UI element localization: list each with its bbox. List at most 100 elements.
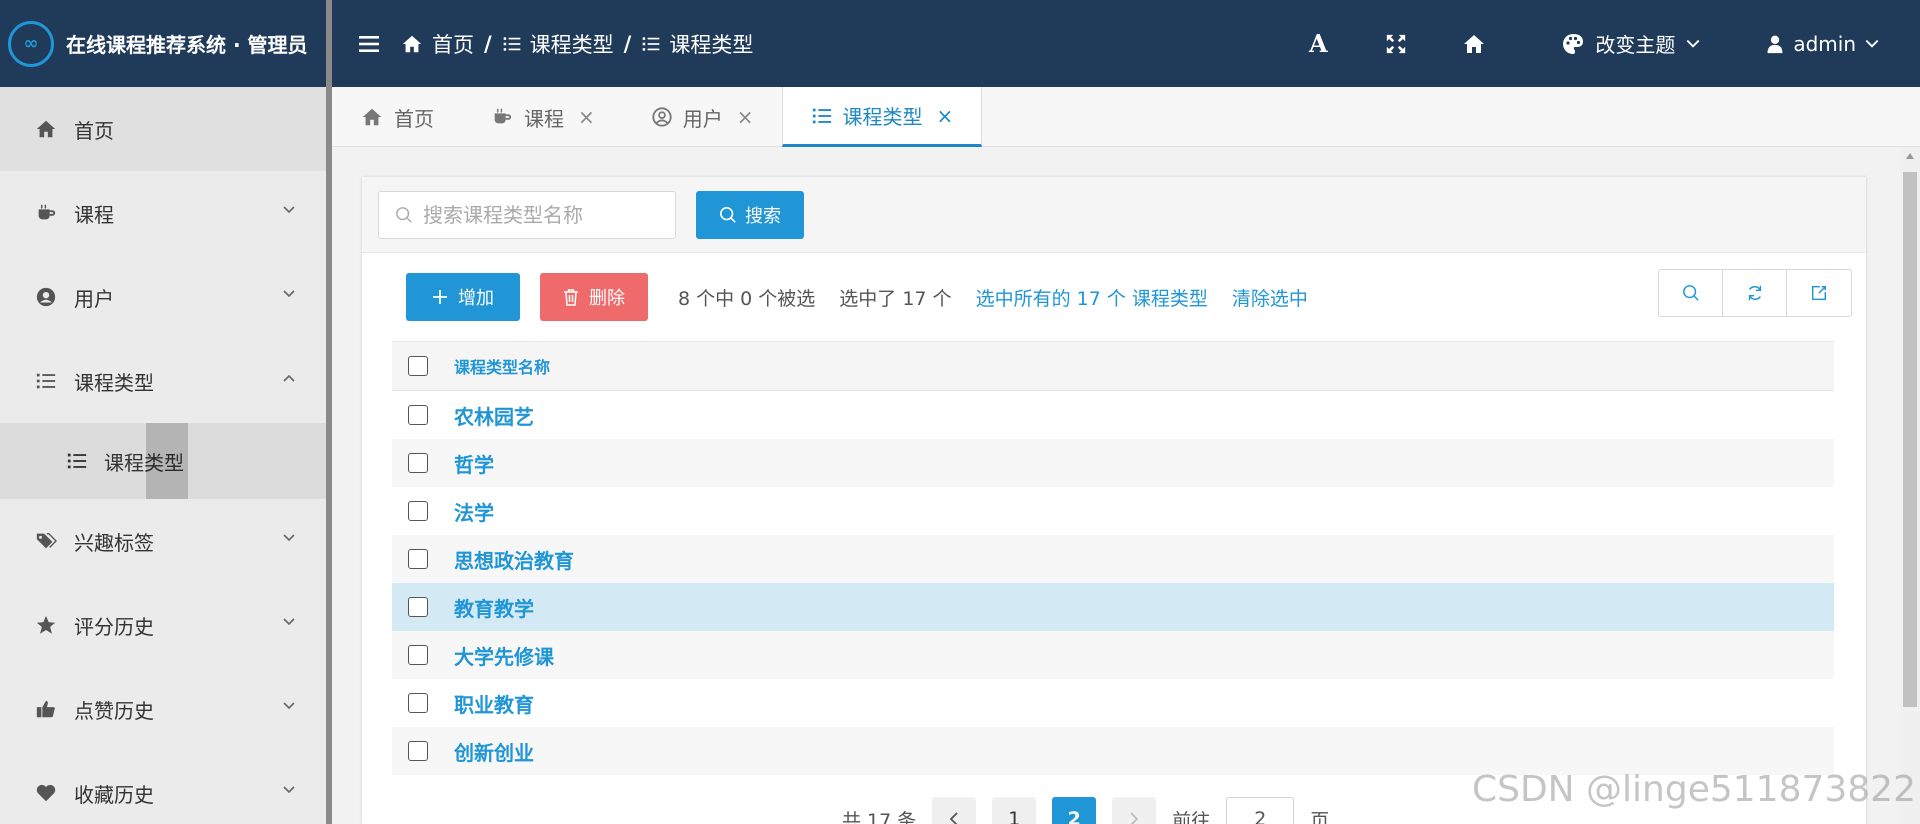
- row-checkbox[interactable]: [408, 741, 428, 761]
- sidebar-item-label: 首页: [74, 118, 114, 143]
- toggle-search-button[interactable]: [1659, 270, 1723, 316]
- course-type-name-link[interactable]: 创新创业: [454, 737, 534, 766]
- sidebar-item-interest-tags[interactable]: 兴趣标签: [0, 499, 326, 583]
- thumbs-up-icon: [34, 697, 58, 721]
- breadcrumb-separator: /: [623, 31, 632, 56]
- list-icon: [66, 450, 88, 472]
- course-type-name-link[interactable]: 大学先修课: [454, 641, 554, 670]
- table-row: 职业教育: [392, 679, 1834, 727]
- export-icon: [1811, 285, 1827, 301]
- refresh-button[interactable]: [1723, 270, 1787, 316]
- select-all-checkbox[interactable]: [408, 356, 428, 376]
- course-type-name-link[interactable]: 职业教育: [454, 689, 534, 718]
- hover-highlight: [146, 423, 188, 499]
- user-dropdown[interactable]: admin: [1765, 32, 1880, 56]
- course-type-name-link[interactable]: 教育教学: [454, 593, 534, 622]
- table-row: 创新创业: [392, 727, 1834, 775]
- sidebar-item-label: 评分历史: [74, 614, 154, 639]
- next-page-button[interactable]: [1112, 797, 1157, 824]
- course-type-name-link[interactable]: 法学: [454, 497, 494, 526]
- brand: ∞ 在线课程推荐系统 · 管理员: [0, 0, 326, 87]
- data-table: 课程类型名称 农林园艺 哲学 法学 思想政治教育 教育教学 大学先修课 职业教育…: [392, 341, 1834, 775]
- chevron-right-icon: [1130, 812, 1139, 824]
- home-icon: [1464, 34, 1485, 53]
- breadcrumb-item-course-type-parent[interactable]: 课程类型: [502, 29, 614, 59]
- sidebar-item-like-history[interactable]: 点赞历史: [0, 667, 326, 751]
- heart-icon: [34, 781, 58, 805]
- sidebar-item-course[interactable]: 课程: [0, 171, 326, 255]
- course-type-name-link[interactable]: 农林园艺: [454, 401, 534, 430]
- export-button[interactable]: [1787, 270, 1851, 316]
- breadcrumb-separator: /: [484, 31, 492, 56]
- sidebar-subitem-course-type[interactable]: 课程类型: [0, 423, 326, 499]
- fullscreen-button[interactable]: [1357, 0, 1435, 87]
- scroll-up-arrow[interactable]: [1906, 153, 1914, 159]
- prev-page-button[interactable]: [932, 797, 977, 824]
- page-button-2[interactable]: 2: [1052, 797, 1097, 824]
- fullscreen-icon: [1387, 34, 1406, 53]
- tab-course-type[interactable]: 课程类型 ×: [781, 87, 983, 147]
- search-icon: [1682, 285, 1699, 301]
- main-scrollbar[interactable]: [1900, 147, 1920, 824]
- delete-button-label: 删除: [589, 288, 625, 309]
- column-header-name[interactable]: 课程类型名称: [454, 354, 550, 378]
- scrollbar-thumb[interactable]: [1903, 172, 1917, 707]
- goto-page-input[interactable]: 2: [1226, 797, 1295, 824]
- add-button[interactable]: 增加: [406, 273, 520, 321]
- select-all-link[interactable]: 选中所有的 17 个 课程类型: [976, 284, 1208, 311]
- row-checkbox[interactable]: [408, 453, 428, 473]
- delete-button[interactable]: 删除: [540, 273, 648, 321]
- chevron-down-icon: [283, 618, 295, 626]
- sidebar-item-favorite-history[interactable]: 收藏历史: [0, 751, 326, 824]
- menu-toggle-button[interactable]: [340, 0, 400, 87]
- clear-selection-link[interactable]: 清除选中: [1232, 284, 1308, 311]
- theme-dropdown[interactable]: 改变主题: [1561, 29, 1701, 58]
- user-name: admin: [1793, 31, 1856, 56]
- chevron-down-icon: [1865, 39, 1879, 48]
- chevron-down-icon: [283, 290, 295, 298]
- sidebar-item-label: 点赞历史: [74, 698, 154, 723]
- row-checkbox[interactable]: [408, 645, 428, 665]
- search-field[interactable]: [378, 190, 676, 239]
- home-button[interactable]: [1435, 0, 1513, 87]
- font-size-button[interactable]: A: [1279, 0, 1357, 87]
- tab-label: 用户: [682, 106, 723, 131]
- course-type-name-link[interactable]: 思想政治教育: [454, 545, 574, 574]
- close-icon[interactable]: ×: [737, 105, 754, 129]
- sidebar-item-label: 兴趣标签: [74, 530, 154, 555]
- table-tools: [1658, 269, 1852, 317]
- theme-label: 改变主题: [1595, 33, 1676, 57]
- topbar: 首页 / 课程类型 / 课程类型 A 改变主题 admin: [332, 0, 1920, 87]
- sidebar-item-rating-history[interactable]: 评分历史: [0, 583, 326, 667]
- user-icon: [1767, 35, 1783, 53]
- search-button[interactable]: 搜索: [696, 190, 804, 239]
- close-icon[interactable]: ×: [578, 105, 595, 129]
- row-checkbox[interactable]: [408, 597, 428, 617]
- search-input[interactable]: [423, 202, 653, 227]
- breadcrumb-label: 首页: [432, 32, 474, 57]
- user-circle-icon: [652, 107, 672, 127]
- coffee-icon: [494, 108, 512, 124]
- sidebar-item-user[interactable]: 用户: [0, 255, 326, 339]
- tab-label: 课程: [524, 106, 564, 131]
- list-icon: [643, 36, 660, 51]
- close-icon[interactable]: ×: [937, 104, 954, 128]
- page-button-1[interactable]: 1: [992, 797, 1037, 824]
- breadcrumb-item-home[interactable]: 首页: [400, 29, 474, 59]
- tab-course[interactable]: 课程 ×: [462, 87, 623, 147]
- sidebar-item-course-type[interactable]: 课程类型: [0, 339, 326, 423]
- tab-user[interactable]: 用户 ×: [623, 87, 782, 147]
- row-checkbox[interactable]: [408, 549, 428, 569]
- course-type-name-link[interactable]: 哲学: [454, 449, 494, 478]
- table-row: 大学先修课: [392, 631, 1834, 679]
- star-icon: [34, 613, 58, 637]
- row-checkbox[interactable]: [408, 693, 428, 713]
- row-checkbox[interactable]: [408, 405, 428, 425]
- table-row: 农林园艺: [392, 391, 1834, 439]
- sidebar-item-home[interactable]: 首页: [0, 87, 326, 171]
- tab-home[interactable]: 首页: [332, 87, 462, 147]
- font-icon: A: [1309, 29, 1328, 58]
- row-checkbox[interactable]: [408, 501, 428, 521]
- search-icon: [719, 206, 736, 223]
- search-button-label: 搜索: [745, 205, 781, 227]
